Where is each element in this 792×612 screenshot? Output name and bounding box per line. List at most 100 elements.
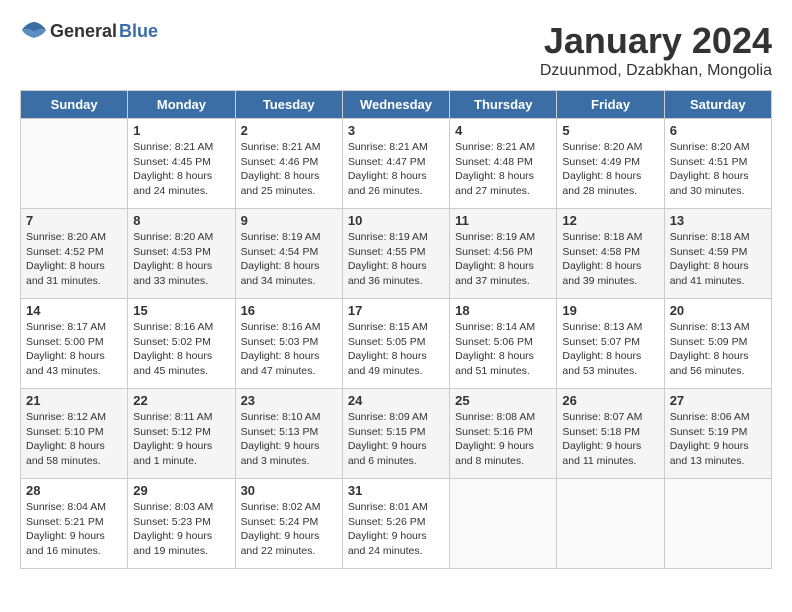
logo-blue-text: Blue	[119, 21, 158, 42]
calendar-cell: 27 Sunrise: 8:06 AMSunset: 5:19 PMDayligh…	[664, 389, 771, 479]
day-details: Sunrise: 8:21 AMSunset: 4:47 PMDaylight:…	[348, 140, 444, 199]
day-number: 20	[670, 303, 766, 318]
day-number: 3	[348, 123, 444, 138]
calendar-cell: 13 Sunrise: 8:18 AMSunset: 4:59 PMDayligh…	[664, 209, 771, 299]
day-number: 12	[562, 213, 658, 228]
calendar-cell: 20 Sunrise: 8:13 AMSunset: 5:09 PMDayligh…	[664, 299, 771, 389]
calendar-cell: 12 Sunrise: 8:18 AMSunset: 4:58 PMDayligh…	[557, 209, 664, 299]
day-number: 4	[455, 123, 551, 138]
day-number: 14	[26, 303, 122, 318]
day-number: 23	[241, 393, 337, 408]
logo: General Blue	[20, 20, 158, 42]
calendar-cell: 4 Sunrise: 8:21 AMSunset: 4:48 PMDaylight…	[450, 119, 557, 209]
day-number: 5	[562, 123, 658, 138]
day-details: Sunrise: 8:16 AMSunset: 5:02 PMDaylight:…	[133, 320, 229, 379]
day-details: Sunrise: 8:21 AMSunset: 4:46 PMDaylight:…	[241, 140, 337, 199]
day-details: Sunrise: 8:21 AMSunset: 4:48 PMDaylight:…	[455, 140, 551, 199]
day-header-sunday: Sunday	[21, 91, 128, 119]
day-number: 7	[26, 213, 122, 228]
day-details: Sunrise: 8:19 AMSunset: 4:55 PMDaylight:…	[348, 230, 444, 289]
day-details: Sunrise: 8:06 AMSunset: 5:19 PMDaylight:…	[670, 410, 766, 469]
calendar-cell: 10 Sunrise: 8:19 AMSunset: 4:55 PMDayligh…	[342, 209, 449, 299]
day-details: Sunrise: 8:17 AMSunset: 5:00 PMDaylight:…	[26, 320, 122, 379]
day-details: Sunrise: 8:20 AMSunset: 4:52 PMDaylight:…	[26, 230, 122, 289]
day-details: Sunrise: 8:10 AMSunset: 5:13 PMDaylight:…	[241, 410, 337, 469]
day-number: 26	[562, 393, 658, 408]
page-header: General Blue January 2024 Dzuunmod, Dzab…	[20, 20, 772, 80]
calendar-cell: 16 Sunrise: 8:16 AMSunset: 5:03 PMDayligh…	[235, 299, 342, 389]
day-number: 24	[348, 393, 444, 408]
day-details: Sunrise: 8:18 AMSunset: 4:59 PMDaylight:…	[670, 230, 766, 289]
calendar-cell	[557, 479, 664, 569]
calendar-table: SundayMondayTuesdayWednesdayThursdayFrid…	[20, 90, 772, 569]
calendar-cell: 8 Sunrise: 8:20 AMSunset: 4:53 PMDaylight…	[128, 209, 235, 299]
calendar-cell	[21, 119, 128, 209]
day-details: Sunrise: 8:20 AMSunset: 4:53 PMDaylight:…	[133, 230, 229, 289]
calendar-cell: 18 Sunrise: 8:14 AMSunset: 5:06 PMDayligh…	[450, 299, 557, 389]
day-number: 19	[562, 303, 658, 318]
day-header-tuesday: Tuesday	[235, 91, 342, 119]
day-header-wednesday: Wednesday	[342, 91, 449, 119]
day-details: Sunrise: 8:03 AMSunset: 5:23 PMDaylight:…	[133, 500, 229, 559]
title-section: January 2024 Dzuunmod, Dzabkhan, Mongoli…	[540, 20, 772, 80]
day-details: Sunrise: 8:02 AMSunset: 5:24 PMDaylight:…	[241, 500, 337, 559]
day-details: Sunrise: 8:14 AMSunset: 5:06 PMDaylight:…	[455, 320, 551, 379]
day-header-monday: Monday	[128, 91, 235, 119]
day-details: Sunrise: 8:09 AMSunset: 5:15 PMDaylight:…	[348, 410, 444, 469]
day-details: Sunrise: 8:07 AMSunset: 5:18 PMDaylight:…	[562, 410, 658, 469]
calendar-subtitle: Dzuunmod, Dzabkhan, Mongolia	[540, 62, 772, 80]
calendar-cell: 17 Sunrise: 8:15 AMSunset: 5:05 PMDayligh…	[342, 299, 449, 389]
day-header-saturday: Saturday	[664, 91, 771, 119]
day-number: 6	[670, 123, 766, 138]
calendar-cell	[664, 479, 771, 569]
calendar-cell	[450, 479, 557, 569]
logo-general-text: General	[50, 21, 117, 42]
day-number: 16	[241, 303, 337, 318]
day-number: 31	[348, 483, 444, 498]
day-number: 13	[670, 213, 766, 228]
day-details: Sunrise: 8:16 AMSunset: 5:03 PMDaylight:…	[241, 320, 337, 379]
calendar-cell: 3 Sunrise: 8:21 AMSunset: 4:47 PMDaylight…	[342, 119, 449, 209]
calendar-cell: 2 Sunrise: 8:21 AMSunset: 4:46 PMDaylight…	[235, 119, 342, 209]
day-details: Sunrise: 8:01 AMSunset: 5:26 PMDaylight:…	[348, 500, 444, 559]
day-details: Sunrise: 8:13 AMSunset: 5:09 PMDaylight:…	[670, 320, 766, 379]
day-details: Sunrise: 8:15 AMSunset: 5:05 PMDaylight:…	[348, 320, 444, 379]
day-number: 15	[133, 303, 229, 318]
day-number: 8	[133, 213, 229, 228]
day-number: 18	[455, 303, 551, 318]
day-details: Sunrise: 8:13 AMSunset: 5:07 PMDaylight:…	[562, 320, 658, 379]
day-number: 2	[241, 123, 337, 138]
day-number: 17	[348, 303, 444, 318]
calendar-cell: 22Sunrise: 8:11 AMSunset: 5:12 PMDayligh…	[128, 389, 235, 479]
day-header-thursday: Thursday	[450, 91, 557, 119]
calendar-cell: 25Sunrise: 8:08 AMSunset: 5:16 PMDayligh…	[450, 389, 557, 479]
calendar-cell: 14 Sunrise: 8:17 AMSunset: 5:00 PMDayligh…	[21, 299, 128, 389]
day-number: 27	[670, 393, 766, 408]
calendar-cell: 26 Sunrise: 8:07 AMSunset: 5:18 PMDayligh…	[557, 389, 664, 479]
day-details: Sunrise: 8:08 AMSunset: 5:16 PMDaylight:…	[455, 410, 551, 469]
calendar-cell: 24 Sunrise: 8:09 AMSunset: 5:15 PMDayligh…	[342, 389, 449, 479]
calendar-cell: 6 Sunrise: 8:20 AMSunset: 4:51 PMDaylight…	[664, 119, 771, 209]
day-details: Sunrise: 8:18 AMSunset: 4:58 PMDaylight:…	[562, 230, 658, 289]
day-details: Sunrise: 8:20 AMSunset: 4:51 PMDaylight:…	[670, 140, 766, 199]
day-header-friday: Friday	[557, 91, 664, 119]
day-number: 9	[241, 213, 337, 228]
day-details: Sunrise: 8:12 AMSunset: 5:10 PMDaylight:…	[26, 410, 122, 469]
day-number: 10	[348, 213, 444, 228]
day-number: 1	[133, 123, 229, 138]
calendar-cell: 30Sunrise: 8:02 AMSunset: 5:24 PMDayligh…	[235, 479, 342, 569]
calendar-cell: 15 Sunrise: 8:16 AMSunset: 5:02 PMDayligh…	[128, 299, 235, 389]
day-details: Sunrise: 8:20 AMSunset: 4:49 PMDaylight:…	[562, 140, 658, 199]
day-number: 22	[133, 393, 229, 408]
calendar-cell: 5 Sunrise: 8:20 AMSunset: 4:49 PMDaylight…	[557, 119, 664, 209]
calendar-cell: 23 Sunrise: 8:10 AMSunset: 5:13 PMDayligh…	[235, 389, 342, 479]
calendar-cell: 21 Sunrise: 8:12 AMSunset: 5:10 PMDayligh…	[21, 389, 128, 479]
day-details: Sunrise: 8:19 AMSunset: 4:56 PMDaylight:…	[455, 230, 551, 289]
logo-bird-icon	[20, 20, 48, 42]
day-number: 28	[26, 483, 122, 498]
calendar-cell: 28Sunrise: 8:04 AMSunset: 5:21 PMDayligh…	[21, 479, 128, 569]
calendar-cell: 19 Sunrise: 8:13 AMSunset: 5:07 PMDayligh…	[557, 299, 664, 389]
day-details: Sunrise: 8:19 AMSunset: 4:54 PMDaylight:…	[241, 230, 337, 289]
calendar-cell: 7 Sunrise: 8:20 AMSunset: 4:52 PMDaylight…	[21, 209, 128, 299]
day-number: 21	[26, 393, 122, 408]
